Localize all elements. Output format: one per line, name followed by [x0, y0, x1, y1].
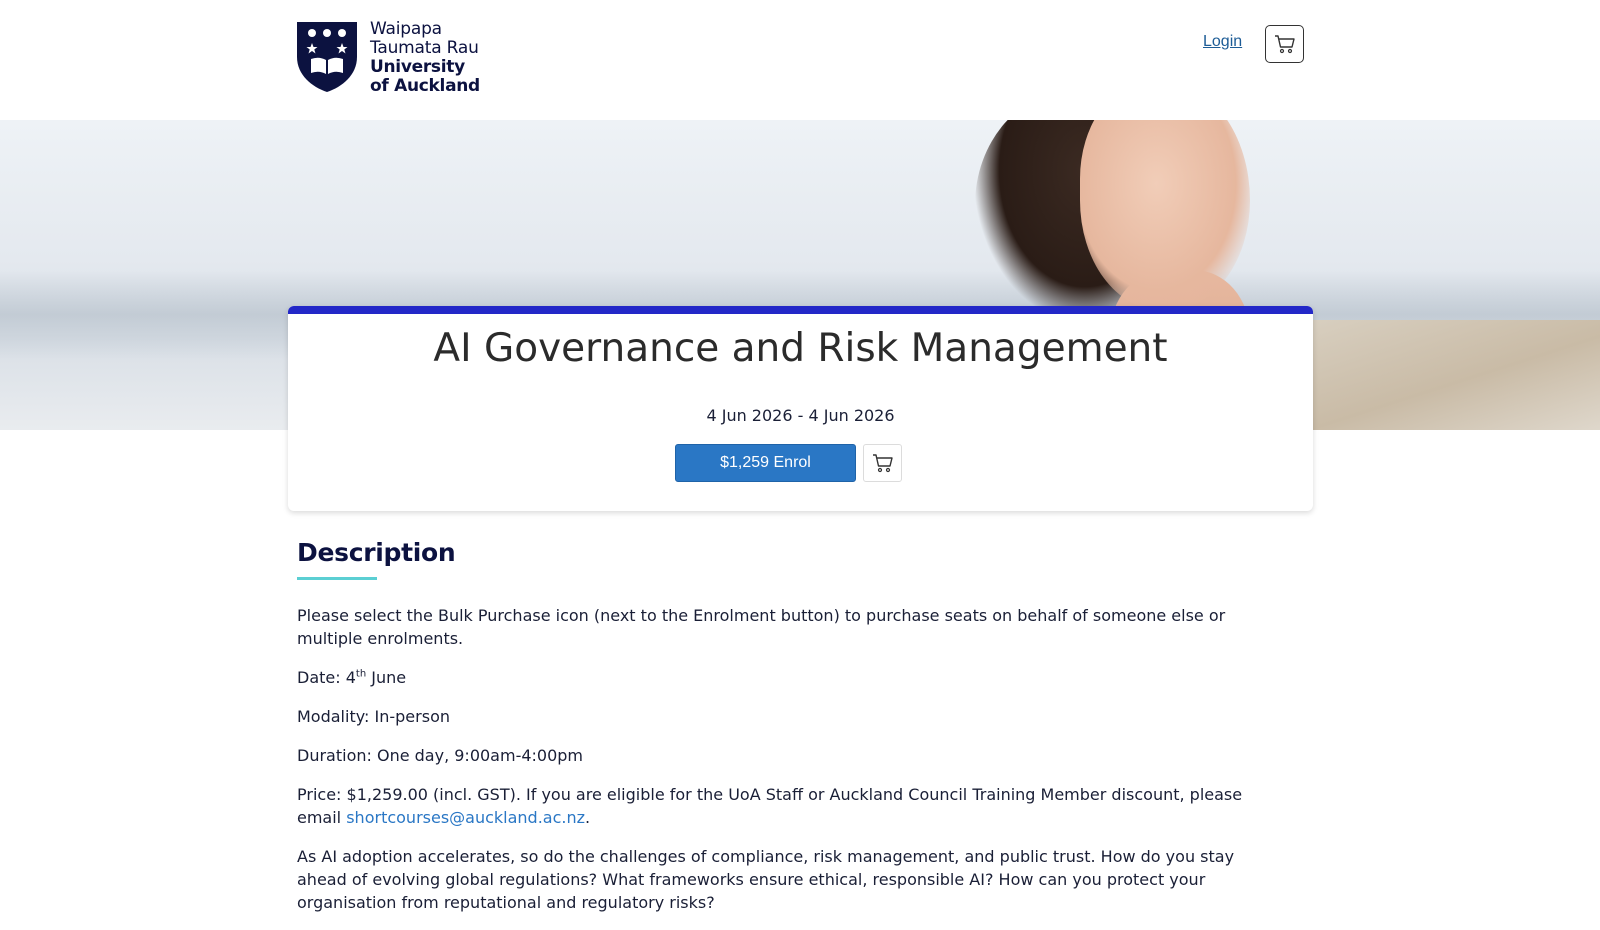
duration-line: Duration: One day, 9:00am-4:00pm [297, 744, 1257, 767]
enrol-button[interactable]: $1,259 Enrol [675, 444, 856, 482]
header-cart-button[interactable] [1265, 25, 1304, 63]
course-summary-card: AI Governance and Risk Management 4 Jun … [288, 306, 1313, 511]
description-section: Description Please select the Bulk Purch… [297, 538, 1257, 930]
email-link[interactable]: shortcourses@auckland.ac.nz [346, 808, 585, 827]
university-logo[interactable]: Waipapa Taumata Rau University of Auckla… [296, 20, 480, 96]
logo-line-4: of Auckland [370, 76, 480, 96]
bulk-purchase-button[interactable] [863, 444, 902, 482]
modality-line: Modality: In-person [297, 705, 1257, 728]
course-card-accent-bar [288, 306, 1313, 314]
modality-value: In-person [374, 707, 450, 726]
cart-icon [872, 454, 893, 473]
description-heading: Description [297, 538, 456, 567]
logo-wordmark: Waipapa Taumata Rau University of Auckla… [370, 20, 480, 96]
logo-line-3: University [370, 57, 465, 77]
body-paragraph: As AI adoption accelerates, so do the ch… [297, 847, 1235, 912]
price-line: Price: $1,259.00 (incl. GST). If you are… [297, 783, 1257, 829]
modality-label: Modality: [297, 707, 370, 726]
date-suffix: th [355, 668, 367, 680]
duration-value: One day, 9:00am-4:00pm [376, 746, 584, 765]
logo-line-2: Taumata Rau [370, 38, 479, 58]
date-line: Date: 4th June [297, 666, 1257, 689]
shield-crest-icon [297, 22, 357, 92]
intro-paragraph: Please select the Bulk Purchase icon (ne… [297, 606, 1226, 648]
login-link[interactable]: Login [1203, 33, 1242, 51]
cart-icon [1274, 35, 1295, 54]
course-dates: 4 Jun 2026 - 4 Jun 2026 [706, 406, 895, 425]
date-day: 4 [345, 668, 356, 687]
price-end: . [585, 808, 591, 827]
duration-label: Duration: [297, 746, 372, 765]
date-month: June [371, 668, 407, 687]
course-title: AI Governance and Risk Management [433, 326, 1168, 371]
description-body: Please select the Bulk Purchase icon (ne… [297, 604, 1257, 914]
logo-line-1: Waipapa [370, 19, 442, 39]
date-label: Date: [297, 668, 341, 687]
heading-underline [297, 577, 377, 580]
site-header: Waipapa Taumata Rau University of Auckla… [0, 0, 1600, 120]
